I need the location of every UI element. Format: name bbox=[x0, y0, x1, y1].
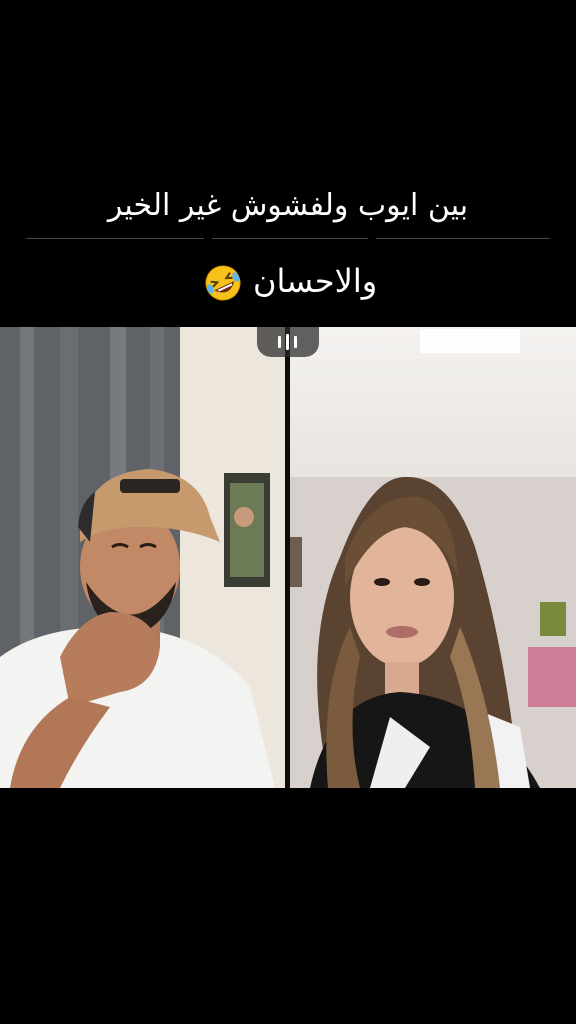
man-in-cap-image bbox=[0, 327, 285, 788]
caption-line-2: والاحسان bbox=[0, 262, 576, 303]
split-video-stream bbox=[0, 327, 576, 788]
caption-underline-right bbox=[376, 238, 550, 239]
left-video-feed[interactable] bbox=[0, 327, 285, 788]
caption-underline-middle bbox=[212, 238, 368, 239]
drag-handle-icon[interactable] bbox=[257, 327, 319, 357]
caption-underline-left bbox=[26, 238, 204, 239]
caption-line-1: بين ايوب ولفشوش غير الخير bbox=[107, 188, 469, 223]
right-video-feed[interactable] bbox=[290, 327, 576, 788]
caption-line-2-text: والاحسان bbox=[253, 262, 378, 300]
woman-long-hair-image bbox=[290, 329, 576, 788]
laughing-emoji-icon bbox=[205, 265, 241, 301]
